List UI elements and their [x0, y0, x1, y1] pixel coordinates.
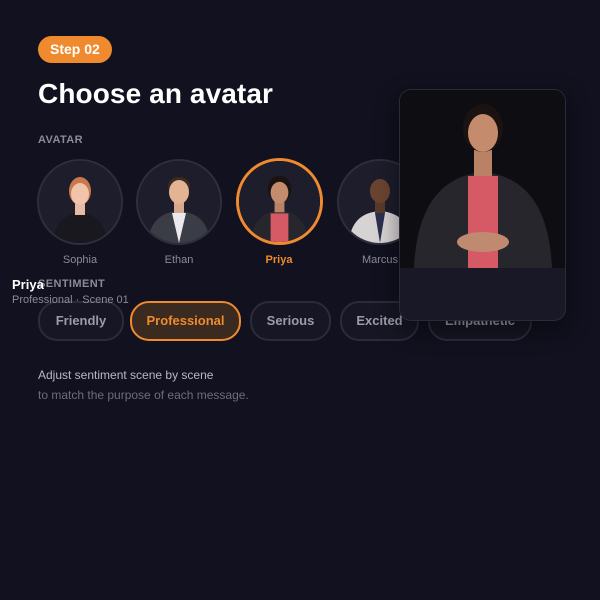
- avatar-option-priya[interactable]: Priya: [236, 158, 323, 266]
- page-title: Choose an avatar: [38, 78, 274, 109]
- avatar-image-priya: [236, 158, 323, 245]
- sentiment-option-serious[interactable]: Serious: [250, 301, 331, 341]
- sentiment-option-professional[interactable]: Professional: [130, 301, 241, 341]
- avatar-name-priya: Priya: [265, 254, 293, 266]
- avatar-image-ethan: [136, 159, 222, 245]
- preview-avatar-meta: Professional · Scene 01: [12, 294, 129, 306]
- avatar-section-label: AVATAR: [38, 134, 83, 146]
- avatar-option-sophia[interactable]: Sophia: [37, 159, 123, 266]
- helper-text-line-1: Adjust sentiment scene by scene: [38, 368, 214, 382]
- avatar-image-sophia: [37, 159, 123, 245]
- step-badge: Step 02: [38, 36, 112, 63]
- avatar-preview-image: [400, 90, 565, 268]
- avatar-preview-card: [399, 89, 566, 321]
- avatar-name-sophia: Sophia: [62, 254, 98, 266]
- avatar-name-ethan: Ethan: [164, 254, 194, 266]
- sentiment-section-label: SENTIMENT: [38, 278, 106, 290]
- avatar-option-ethan[interactable]: Ethan: [136, 159, 222, 266]
- sentiment-option-friendly[interactable]: Friendly: [38, 301, 124, 341]
- helper-text-line-2: to match the purpose of each message.: [38, 388, 249, 402]
- preview-avatar-name: Priya: [12, 277, 44, 292]
